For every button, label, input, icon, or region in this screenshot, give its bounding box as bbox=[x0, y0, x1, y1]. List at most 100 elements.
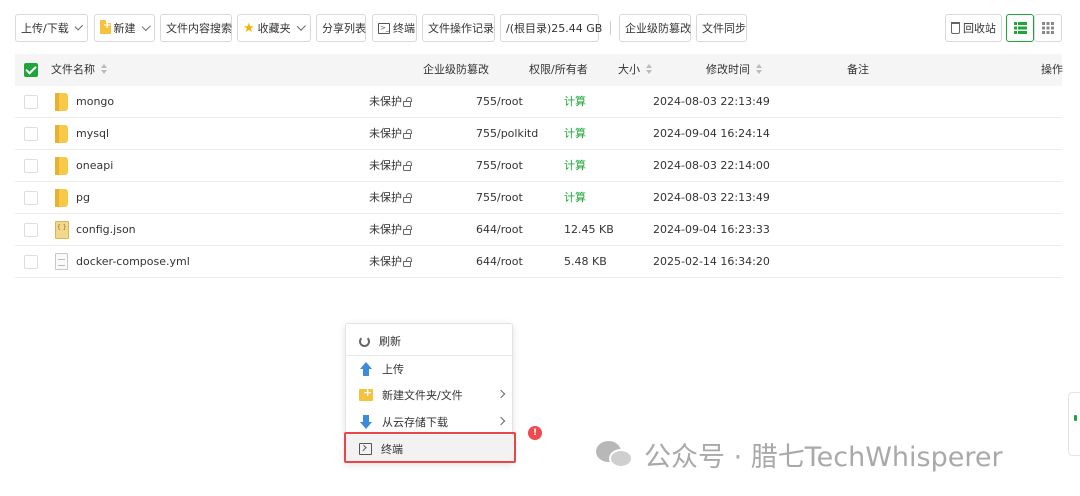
file-name[interactable]: oneapi bbox=[76, 150, 113, 182]
watermark: 公众号 · 腊七TechWhisperer bbox=[596, 436, 1003, 473]
select-all-checkbox[interactable] bbox=[24, 63, 38, 77]
disk-root-button[interactable]: /(根目录)25.44 GB bbox=[500, 14, 602, 42]
row-checkbox[interactable] bbox=[24, 159, 38, 173]
menu-item-upload[interactable]: 上传 bbox=[346, 356, 514, 382]
new-folder-icon bbox=[100, 19, 111, 34]
protect-status[interactable]: 未保护 bbox=[369, 182, 412, 214]
new-folder-icon bbox=[359, 386, 373, 401]
permission[interactable]: 755/polkitd bbox=[476, 118, 538, 150]
tamper-label: 企业级防篡改 bbox=[625, 22, 691, 35]
chevron-right-icon bbox=[496, 416, 506, 426]
file-sync-button[interactable]: 文件同步 bbox=[696, 14, 747, 42]
unlock-icon bbox=[403, 193, 412, 203]
tamper-button[interactable]: 企业级防篡改 bbox=[619, 14, 691, 42]
upload-download-label: 上传/下载 bbox=[21, 22, 69, 35]
column-perm-header: 权限/所有者 bbox=[529, 54, 588, 86]
protect-label: 未保护 bbox=[369, 127, 402, 140]
menu-item-label: 上传 bbox=[382, 363, 404, 376]
column-mtime-label: 修改时间 bbox=[706, 63, 750, 76]
permission[interactable]: 644/root bbox=[476, 214, 523, 246]
sort-icon bbox=[101, 64, 108, 74]
grid-view-icon bbox=[1042, 22, 1054, 34]
modified-time: 2024-09-04 16:23:33 bbox=[653, 223, 770, 236]
protect-status[interactable]: 未保护 bbox=[369, 150, 412, 182]
column-action-label: 操作 bbox=[1041, 63, 1063, 76]
column-name-label: 文件名称 bbox=[51, 63, 95, 76]
menu-item-refresh[interactable]: 刷新 bbox=[346, 328, 514, 354]
watermark-text: 公众号 · 腊七TechWhisperer bbox=[644, 441, 1003, 473]
new-button[interactable]: 新建 bbox=[94, 14, 155, 42]
row-checkbox[interactable] bbox=[24, 127, 38, 141]
grid-view-button[interactable] bbox=[1034, 14, 1062, 42]
file-name[interactable]: mongo bbox=[76, 86, 114, 118]
modified-time: 2024-09-04 16:24:14 bbox=[653, 127, 770, 140]
protect-status[interactable]: 未保护 bbox=[369, 86, 412, 118]
column-size-header[interactable]: 大小 bbox=[618, 54, 653, 86]
row-checkbox[interactable] bbox=[24, 191, 38, 205]
protect-status[interactable]: 未保护 bbox=[369, 246, 412, 278]
menu-item-label: 从云存储下载 bbox=[382, 416, 448, 429]
file-size: 12.45 KB bbox=[564, 223, 614, 236]
terminal-button[interactable]: >_ 终端 bbox=[372, 14, 417, 42]
folder-icon bbox=[55, 93, 68, 111]
table-row[interactable]: pg 未保护 755/root 计算 2024-08-03 22:13:49 bbox=[15, 182, 1062, 214]
recycle-bin-button[interactable]: 回收站 bbox=[945, 14, 1002, 42]
column-action-header: 操作 bbox=[1041, 54, 1063, 86]
table-header: 文件名称 企业级防篡改 权限/所有者 大小 修改时间 备注 操作 bbox=[15, 54, 1063, 86]
side-panel-tab[interactable] bbox=[1068, 392, 1080, 456]
column-size-label: 大小 bbox=[618, 63, 640, 76]
row-checkbox[interactable] bbox=[24, 255, 38, 269]
unlock-icon bbox=[403, 161, 412, 171]
file-name[interactable]: pg bbox=[76, 182, 90, 214]
wechat-icon bbox=[596, 439, 634, 469]
permission[interactable]: 644/root bbox=[476, 246, 523, 278]
menu-item-new-folder-file[interactable]: 新建文件夹/文件 bbox=[346, 382, 514, 408]
permission[interactable]: 755/root bbox=[476, 182, 523, 214]
content-search-button[interactable]: 文件内容搜索 bbox=[160, 14, 232, 42]
terminal-icon: >_ bbox=[378, 22, 390, 34]
upload-download-button[interactable]: 上传/下载 bbox=[15, 14, 88, 42]
permission[interactable]: 755/root bbox=[476, 86, 523, 118]
table-row[interactable]: mongo 未保护 755/root 计算 2024-08-03 22:13:4… bbox=[15, 86, 1062, 118]
folder-icon bbox=[55, 189, 68, 207]
file-name[interactable]: mysql bbox=[76, 118, 109, 150]
protect-status[interactable]: 未保护 bbox=[369, 214, 412, 246]
protect-status[interactable]: 未保护 bbox=[369, 118, 412, 150]
chevron-right-icon bbox=[496, 389, 506, 399]
table-row[interactable]: mysql 未保护 755/polkitd 计算 2024-09-04 16:2… bbox=[15, 118, 1062, 150]
size-calc-link[interactable]: 计算 bbox=[564, 150, 586, 182]
download-arrow-icon bbox=[359, 415, 373, 429]
unlock-icon bbox=[403, 225, 412, 235]
table-row[interactable]: docker-compose.yml 未保护 644/root 5.48 KB … bbox=[15, 246, 1062, 278]
favorites-button[interactable]: ★ 收藏夹 bbox=[237, 14, 311, 42]
list-view-icon bbox=[1013, 22, 1027, 34]
chevron-down-icon bbox=[74, 21, 83, 31]
permission[interactable]: 755/root bbox=[476, 150, 523, 182]
list-view-button[interactable] bbox=[1006, 14, 1034, 42]
table-row[interactable]: oneapi 未保护 755/root 计算 2024-08-03 22:14:… bbox=[15, 150, 1062, 182]
modified-time: 2025-02-14 16:34:20 bbox=[653, 255, 770, 268]
chevron-down-icon bbox=[141, 21, 150, 31]
trash-icon bbox=[951, 22, 960, 34]
column-mtime-header[interactable]: 修改时间 bbox=[706, 54, 763, 86]
file-name[interactable]: docker-compose.yml bbox=[76, 246, 190, 278]
share-list-button[interactable]: 分享列表 bbox=[316, 14, 366, 42]
table-row[interactable]: config.json 未保护 644/root 12.45 KB 2024-0… bbox=[15, 214, 1062, 246]
json-file-icon bbox=[55, 221, 69, 239]
menu-item-label: 刷新 bbox=[379, 335, 401, 348]
size-calc-link[interactable]: 计算 bbox=[564, 86, 586, 118]
operation-log-button[interactable]: 文件操作记录 bbox=[422, 14, 495, 42]
content-search-label: 文件内容搜索 bbox=[166, 22, 232, 35]
column-name-header[interactable]: 文件名称 bbox=[51, 54, 108, 86]
text-file-icon bbox=[55, 253, 68, 270]
row-checkbox[interactable] bbox=[24, 95, 38, 109]
size-calc-link[interactable]: 计算 bbox=[564, 118, 586, 150]
file-name[interactable]: config.json bbox=[76, 214, 136, 246]
column-note-header: 备注 bbox=[847, 54, 869, 86]
modified-time: 2024-08-03 22:14:00 bbox=[653, 159, 770, 172]
menu-item-label: 新建文件夹/文件 bbox=[382, 389, 463, 402]
row-checkbox[interactable] bbox=[24, 223, 38, 237]
size-calc-link[interactable]: 计算 bbox=[564, 182, 586, 214]
file-sync-label: 文件同步 bbox=[702, 22, 746, 35]
file-size: 5.48 KB bbox=[564, 255, 607, 268]
